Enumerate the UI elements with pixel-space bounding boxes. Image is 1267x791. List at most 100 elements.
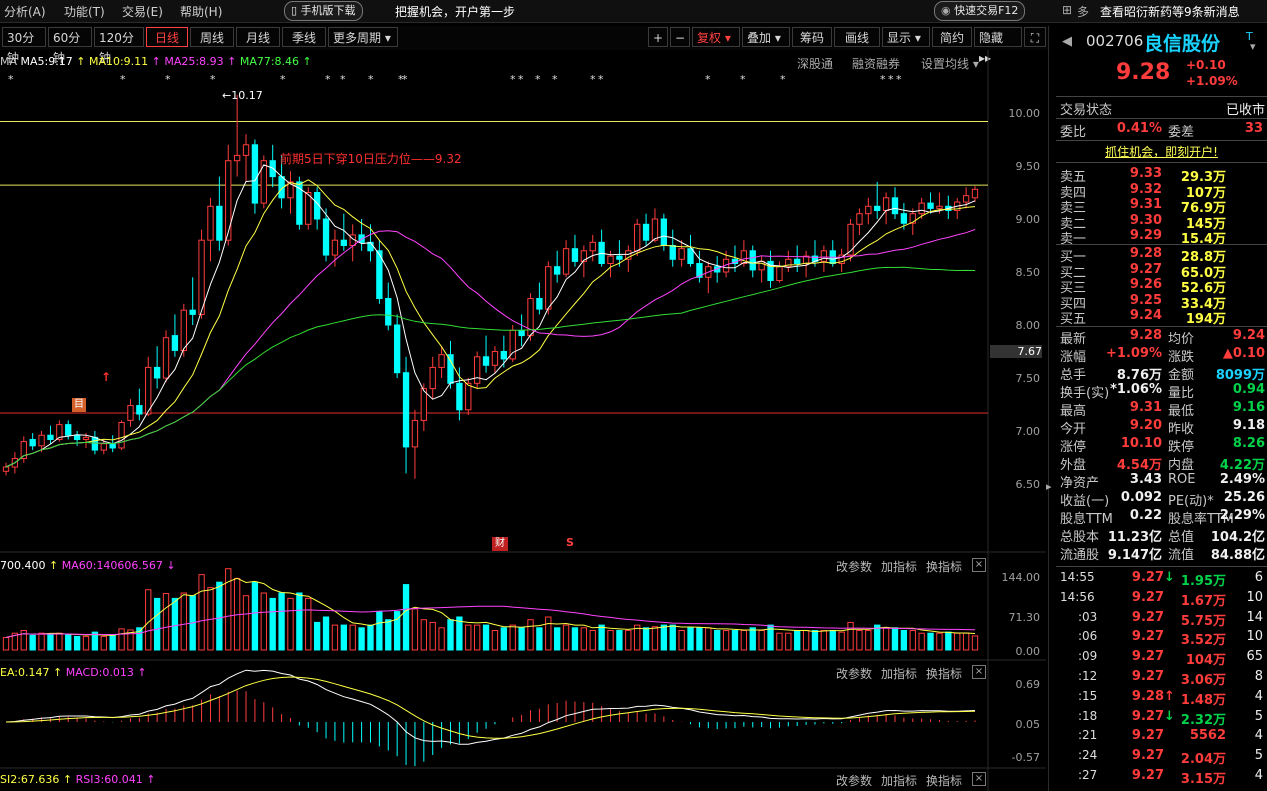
volume-bar [580,627,588,651]
link-ma-settings[interactable]: 设置均线 ▾ [921,55,979,72]
close-icon[interactable]: × [972,772,986,786]
menu-function[interactable]: 功能(T) [64,3,105,20]
grid-icon[interactable]: ⊞ [1062,3,1072,17]
period-quarterly[interactable]: 季线 [282,27,326,47]
event-star-icon: * [705,73,711,86]
period-60min[interactable]: 60分钟 [48,27,92,65]
rsi-add-indicator[interactable]: 加指标 [881,772,917,789]
stat-label: 涨停 [1060,440,1087,455]
rsi-edit-params[interactable]: 改参数 [836,772,872,789]
hide-button[interactable]: 隐藏 ▸▸ [974,27,1022,65]
candle-body [545,266,552,310]
fuquan-dropdown[interactable]: 复权 ▾ [692,27,740,47]
event-badge[interactable]: 目 [72,398,86,412]
more-icon[interactable]: 多 [1077,3,1089,20]
mobile-download-button[interactable]: ▯ 手机版下载 [284,1,363,21]
rsi-switch-indicator[interactable]: 换指标 [926,772,962,789]
volume-bar [38,632,45,651]
volume-bar [447,619,454,651]
ask-price: 9.29 [1129,228,1162,243]
macd-edit-params[interactable]: 改参数 [836,665,872,682]
candle-body [109,443,116,449]
volume-bar [269,597,276,651]
period-120min[interactable]: 120分钟 [94,27,144,65]
candle-body [634,223,641,252]
chips-button[interactable]: 筹码 [792,27,832,47]
event-star-icon: * [518,73,524,86]
event-star-icon: * [780,73,786,86]
macd-switch-indicator[interactable]: 换指标 [926,665,962,682]
order-book: 卖五 9.33 29.3万 卖四 9.32 107万 卖三 9.31 76.9万 卖二 9.30 14… [1056,164,1267,327]
candle-body [118,422,125,449]
tick-price: 9.27 [1131,649,1164,665]
zoom-out-button[interactable]: − [670,27,690,47]
candle-body [207,205,214,241]
event-star-icon: * [888,73,894,86]
volume-bar [216,581,223,651]
slogan-link[interactable]: 把握机会，开户第一步 [395,3,515,20]
tick-price: 9.27 [1131,748,1164,764]
stat-label: 外盘 [1060,458,1087,473]
price-tick: 8.00 [1015,319,1041,332]
event-star-icon: * [590,73,596,86]
news-ticker[interactable]: 查看昭衍新药等9条新消息 [1100,3,1240,20]
candle-body [536,298,543,310]
tick-direction-icon: ↓ [1164,570,1175,585]
candle-body [678,248,685,260]
volume-bar [554,627,561,651]
volume-bar [696,627,703,651]
volume-bar [527,619,534,651]
simple-button[interactable]: 简约 [932,27,972,47]
close-icon[interactable]: × [972,558,986,572]
menu-analysis[interactable]: 分析(A) [4,3,46,20]
s-badge[interactable]: S [566,536,574,549]
fast-trade-button[interactable]: ◉ 快速交易F12 [934,1,1026,21]
weicha-label: 委差 [1168,125,1195,140]
collapse-handle-icon[interactable]: ▸ [1046,480,1052,493]
promo-link[interactable]: 抓住机会，即刻开户! [1056,143,1267,160]
link-margin[interactable]: 融资融券 [852,55,900,72]
period-daily[interactable]: 日线 [146,27,188,47]
tick-volume: 2.32万 [1180,712,1226,728]
menu-help[interactable]: 帮助(H) [180,3,222,20]
candle-body [758,260,765,271]
volume-bar [2,637,10,651]
display-dropdown[interactable]: 显示 ▾ [882,27,930,47]
draw-line-button[interactable]: 画线 [834,27,880,47]
close-icon[interactable]: × [972,665,986,679]
period-30min[interactable]: 30分钟 [2,27,46,65]
stat-value: 0.22 [1129,508,1162,523]
volume-bar [829,630,836,651]
vol-add-indicator[interactable]: 加指标 [881,558,917,575]
period-weekly[interactable]: 周线 [190,27,234,47]
candle-body [145,366,152,415]
period-more[interactable]: 更多周期 ▾ [328,27,398,47]
volume-bar [251,581,259,651]
event-star-icon: * [325,73,331,86]
prev-stock-icon[interactable]: ◀ [1062,34,1072,49]
price-tick: 7.00 [1015,425,1041,438]
macd-tick: 0.69 [1015,678,1041,691]
ma77-legend: MA77:8.46 [239,55,300,68]
candle-body [518,329,525,337]
vol-switch-indicator[interactable]: 换指标 [926,558,962,575]
vol-edit-params[interactable]: 改参数 [836,558,872,575]
bid-row[interactable]: 买五 9.24 194万 [1056,308,1267,327]
finance-badge[interactable]: 财 [492,537,508,551]
up-arrow-icon: ↑ [302,55,312,68]
link-hk-connect[interactable]: 深股通 [797,55,833,72]
period-monthly[interactable]: 月线 [236,27,280,47]
tick-row: :18 9.27 ↓ 2.32万 5 [1056,709,1267,728]
dropdown-icon[interactable]: ▾ [1250,40,1256,53]
tick-volume: 5.75万 [1180,613,1226,629]
zoom-in-button[interactable]: + [648,27,668,47]
menu-trade[interactable]: 交易(E) [122,3,163,20]
cursor-price-tag: 7.67 [990,345,1042,358]
overlay-dropdown[interactable]: 叠加 ▾ [742,27,790,47]
macd-add-indicator[interactable]: 加指标 [881,665,917,682]
weibi-label: 委比 [1060,125,1087,140]
stat-value: 8.76万 [1116,368,1162,383]
fullscreen-icon[interactable]: ⛶ [1024,27,1046,47]
tick-list[interactable]: 14:55 9.27 ↓ 1.95万 6 14:56 9.27 1.67万 10:03 9.27 5… [1056,568,1267,790]
volume-bar [945,631,952,651]
